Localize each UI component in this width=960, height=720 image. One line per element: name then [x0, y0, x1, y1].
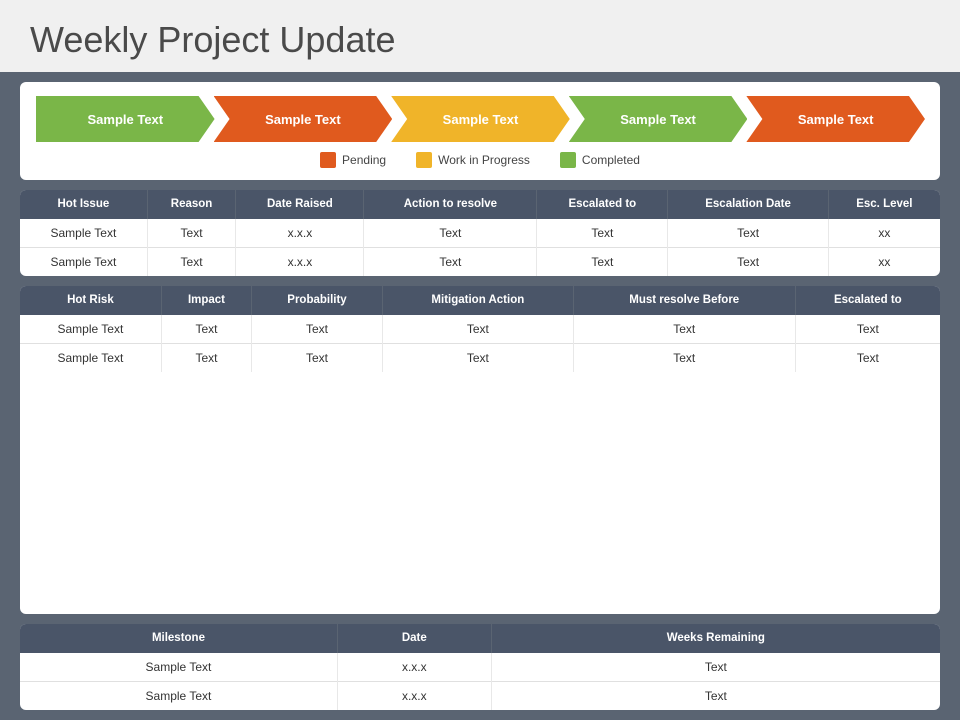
tables-row: Hot Issue Reason Date Raised Action to r… — [20, 190, 940, 276]
risks-header-row: Hot Risk Impact Probability Mitigation A… — [20, 286, 940, 315]
issues-r1-hotissue: Sample Text — [20, 219, 147, 248]
arrow-row: Sample Text Sample Text Sample Text Samp… — [36, 96, 924, 142]
risks-col-probability: Probability — [252, 286, 383, 315]
milestones-r1-date: x.x.x — [337, 653, 491, 682]
milestones-r2-milestone: Sample Text — [20, 682, 337, 711]
issues-col-escalatedto: Escalated to — [537, 190, 668, 219]
risks-r1-hotrisk: Sample Text — [20, 315, 161, 344]
arrow-item-4[interactable]: Sample Text — [569, 96, 748, 142]
issues-r2-esclevel: xx — [828, 247, 940, 276]
risks-r2-mustresolvebefore: Text — [573, 343, 795, 372]
issues-r1-escalatedto: Text — [537, 219, 668, 248]
issues-r1-reason: Text — [147, 219, 236, 248]
issues-row-2: Sample Text Text x.x.x Text Text Text xx — [20, 247, 940, 276]
legend-wip-box — [416, 152, 432, 168]
legend-wip: Work in Progress — [416, 152, 530, 168]
issues-r2-hotissue: Sample Text — [20, 247, 147, 276]
content-area: Sample Text Sample Text Sample Text Samp… — [0, 72, 960, 720]
issues-col-action: Action to resolve — [364, 190, 537, 219]
milestones-r2-weeksremaining: Text — [491, 682, 940, 711]
issues-col-dateraised: Date Raised — [236, 190, 364, 219]
issues-r1-escalationdate: Text — [668, 219, 828, 248]
milestones-r1-milestone: Sample Text — [20, 653, 337, 682]
risks-r2-escalatedto: Text — [795, 343, 940, 372]
risks-col-impact: Impact — [161, 286, 251, 315]
risks-r1-probability: Text — [252, 315, 383, 344]
risks-table: Hot Risk Impact Probability Mitigation A… — [20, 286, 940, 372]
issues-table-section: Hot Issue Reason Date Raised Action to r… — [20, 190, 940, 276]
risks-row-2: Sample Text Text Text Text Text Text — [20, 343, 940, 372]
risks-r1-mitigation: Text — [382, 315, 573, 344]
milestones-table: Milestone Date Weeks Remaining Sample Te… — [20, 624, 940, 710]
risks-r1-impact: Text — [161, 315, 251, 344]
legend-wip-label: Work in Progress — [438, 153, 530, 167]
issues-r1-dateraised: x.x.x — [236, 219, 364, 248]
legend-completed: Completed — [560, 152, 640, 168]
arrow-item-2[interactable]: Sample Text — [214, 96, 393, 142]
milestones-row-2: Sample Text x.x.x Text — [20, 682, 940, 711]
legend-pending: Pending — [320, 152, 386, 168]
legend-row: Pending Work in Progress Completed — [36, 152, 924, 168]
risks-col-mustresolvebefore: Must resolve Before — [573, 286, 795, 315]
issues-r1-esclevel: xx — [828, 219, 940, 248]
issues-col-esclevel: Esc. Level — [828, 190, 940, 219]
arrow-item-5[interactable]: Sample Text — [746, 96, 925, 142]
risks-r2-hotrisk: Sample Text — [20, 343, 161, 372]
page-title: Weekly Project Update — [0, 0, 960, 72]
progress-section: Sample Text Sample Text Sample Text Samp… — [20, 82, 940, 180]
arrow-item-1[interactable]: Sample Text — [36, 96, 215, 142]
legend-completed-box — [560, 152, 576, 168]
issues-r2-escalationdate: Text — [668, 247, 828, 276]
milestones-col-date: Date — [337, 624, 491, 653]
risks-r1-escalatedto: Text — [795, 315, 940, 344]
milestones-col-weeksremaining: Weeks Remaining — [491, 624, 940, 653]
issues-r2-dateraised: x.x.x — [236, 247, 364, 276]
risks-col-hotrisk: Hot Risk — [20, 286, 161, 315]
risks-r1-mustresolvebefore: Text — [573, 315, 795, 344]
risks-r2-probability: Text — [252, 343, 383, 372]
risks-r2-mitigation: Text — [382, 343, 573, 372]
issues-r1-action: Text — [364, 219, 537, 248]
milestones-row-1: Sample Text x.x.x Text — [20, 653, 940, 682]
issues-col-reason: Reason — [147, 190, 236, 219]
issues-row-1: Sample Text Text x.x.x Text Text Text xx — [20, 219, 940, 248]
issues-r2-escalatedto: Text — [537, 247, 668, 276]
milestones-r1-weeksremaining: Text — [491, 653, 940, 682]
issues-col-hotissue: Hot Issue — [20, 190, 147, 219]
risks-table-section: Hot Risk Impact Probability Mitigation A… — [20, 286, 940, 614]
milestones-r2-date: x.x.x — [337, 682, 491, 711]
issues-table: Hot Issue Reason Date Raised Action to r… — [20, 190, 940, 276]
issues-r2-action: Text — [364, 247, 537, 276]
risks-r2-impact: Text — [161, 343, 251, 372]
issues-header-row: Hot Issue Reason Date Raised Action to r… — [20, 190, 940, 219]
issues-r2-reason: Text — [147, 247, 236, 276]
risks-col-mitigation: Mitigation Action — [382, 286, 573, 315]
milestones-section: Milestone Date Weeks Remaining Sample Te… — [20, 624, 940, 710]
issues-col-escalationdate: Escalation Date — [668, 190, 828, 219]
legend-pending-label: Pending — [342, 153, 386, 167]
milestones-header-row: Milestone Date Weeks Remaining — [20, 624, 940, 653]
legend-completed-label: Completed — [582, 153, 640, 167]
milestones-col-milestone: Milestone — [20, 624, 337, 653]
risks-row-1: Sample Text Text Text Text Text Text — [20, 315, 940, 344]
arrow-item-3[interactable]: Sample Text — [391, 96, 570, 142]
risks-col-escalatedto: Escalated to — [795, 286, 940, 315]
legend-pending-box — [320, 152, 336, 168]
